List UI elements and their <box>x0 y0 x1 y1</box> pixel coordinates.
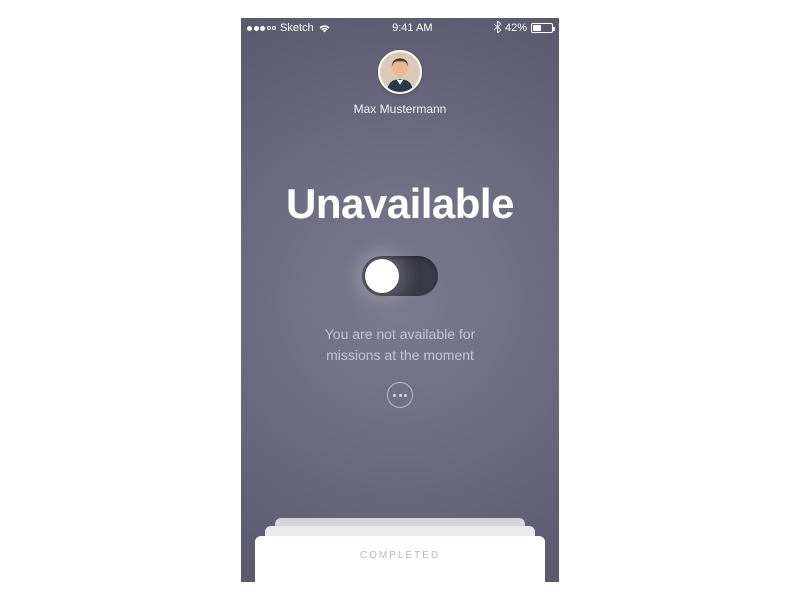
profile-header: Max Mustermann <box>241 50 559 116</box>
battery-percent-label: 42% <box>505 22 527 34</box>
toggle-knob <box>365 259 399 293</box>
phone-screen: Sketch 9:41 AM 42% Max Mus <box>241 18 559 582</box>
more-button[interactable] <box>387 382 413 408</box>
avatar[interactable] <box>378 50 422 94</box>
status-bar: Sketch 9:41 AM 42% <box>241 18 559 38</box>
card-stack: COMPLETED <box>241 518 559 582</box>
signal-strength-icon <box>247 26 276 31</box>
user-name: Max Mustermann <box>354 102 447 116</box>
status-bar-right: 42% <box>494 21 553 36</box>
completed-card[interactable]: COMPLETED <box>255 536 545 582</box>
bluetooth-icon <box>494 21 501 36</box>
availability-toggle[interactable] <box>362 256 438 296</box>
status-bar-time: 9:41 AM <box>392 22 432 34</box>
wifi-icon <box>318 24 331 33</box>
availability-title: Unavailable <box>241 180 559 228</box>
availability-description: You are not available for missions at th… <box>241 324 559 366</box>
status-bar-left: Sketch <box>247 22 331 34</box>
battery-icon <box>531 23 553 33</box>
card-label: COMPLETED <box>360 550 440 561</box>
carrier-label: Sketch <box>280 22 314 34</box>
